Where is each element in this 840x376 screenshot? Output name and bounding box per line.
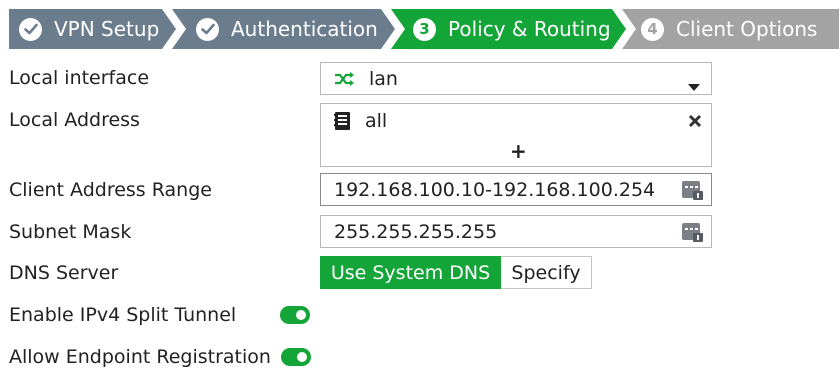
step-policy-routing[interactable]: 3 Policy & Routing <box>413 9 611 49</box>
local-address-label: Local Address <box>9 109 140 131</box>
subnet-mask-label: Subnet Mask <box>9 221 132 243</box>
address-book-icon <box>334 111 352 135</box>
toggle-knob <box>297 352 307 362</box>
client-address-range-label: Client Address Range <box>9 179 212 201</box>
local-interface-value: lan <box>369 68 398 90</box>
subnet-mask-input[interactable]: 255.255.255.255 <box>320 215 712 248</box>
specify-dns-button[interactable]: Specify <box>501 256 592 289</box>
step-label: Policy & Routing <box>448 17 611 41</box>
interface-icon <box>334 71 356 91</box>
local-interface-select[interactable]: lan <box>320 62 712 95</box>
step-number-badge: 3 <box>413 17 436 41</box>
ip-range-icon[interactable] <box>682 180 704 204</box>
checkmark-icon <box>19 17 42 41</box>
local-address-field[interactable]: all + <box>320 103 712 167</box>
client-address-range-value: 192.168.100.10-192.168.100.254 <box>334 179 656 201</box>
local-address-value: all <box>365 110 388 132</box>
ip-mask-icon[interactable] <box>682 222 704 246</box>
split-tunnel-label: Enable IPv4 Split Tunnel <box>9 304 237 326</box>
checkmark-icon <box>196 17 219 41</box>
close-icon[interactable] <box>688 113 702 132</box>
add-address-button[interactable]: + <box>510 139 527 163</box>
use-system-dns-button[interactable]: Use System DNS <box>320 256 501 289</box>
chevron-down-icon <box>688 76 700 95</box>
step-client-options[interactable]: 4 Client Options <box>641 9 817 49</box>
step-label: VPN Setup <box>54 17 160 41</box>
step-number-badge: 4 <box>641 17 664 41</box>
toggle-knob <box>296 310 306 320</box>
endpoint-registration-label: Allow Endpoint Registration <box>9 346 271 368</box>
local-interface-label: Local interface <box>9 67 150 89</box>
wizard-steps: VPN Setup Authentication 3 Policy & Rout… <box>9 9 839 49</box>
dns-server-label: DNS Server <box>9 262 119 284</box>
step-label: Authentication <box>231 17 378 41</box>
step-label: Client Options <box>676 17 818 41</box>
step-vpn-setup[interactable]: VPN Setup <box>19 9 159 49</box>
client-address-range-input[interactable]: 192.168.100.10-192.168.100.254 <box>320 173 712 206</box>
endpoint-registration-toggle[interactable] <box>281 348 311 366</box>
subnet-mask-value: 255.255.255.255 <box>334 221 498 243</box>
step-authentication[interactable]: Authentication <box>196 9 378 49</box>
split-tunnel-toggle[interactable] <box>280 306 310 324</box>
